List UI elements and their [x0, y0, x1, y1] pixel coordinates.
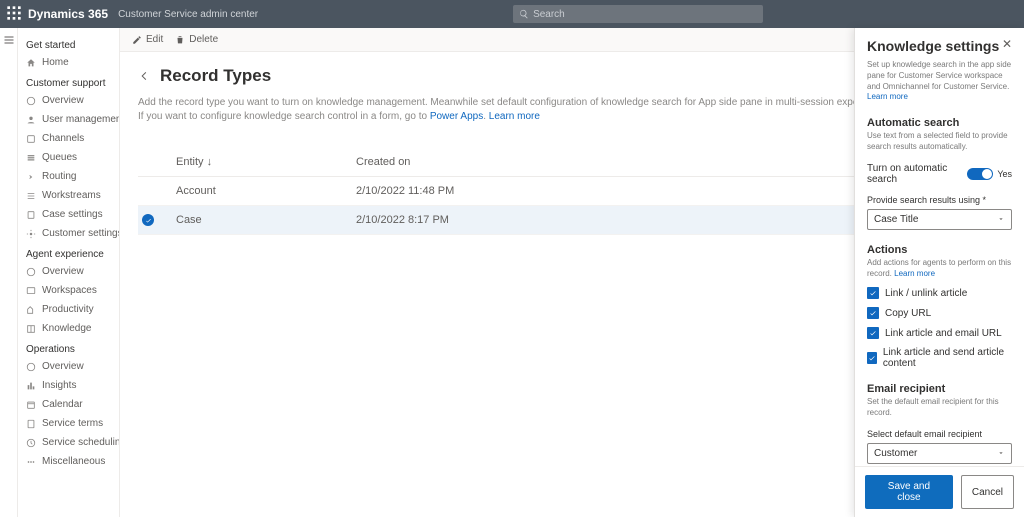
global-search-input[interactable]: Search: [513, 5, 763, 23]
close-icon[interactable]: ✕: [1002, 38, 1012, 50]
auto-search-toggle[interactable]: [967, 168, 993, 180]
sidebar-group-agent-experience: Agent experience: [18, 243, 119, 262]
delete-icon: [175, 35, 185, 45]
action-checkbox-row[interactable]: Link article and send article content: [867, 347, 1012, 369]
sidebar-item-service-terms[interactable]: Service terms: [18, 414, 119, 433]
panel-subtitle: Set up knowledge search in the app side …: [867, 60, 1012, 103]
panel-footer: Save and close Cancel: [855, 466, 1024, 517]
action-checkbox-row[interactable]: Link / unlink article: [867, 287, 1012, 299]
automatic-search-desc: Use text from a selected field to provid…: [867, 131, 1012, 153]
email-recipient-desc: Set the default email recipient for this…: [867, 397, 1012, 419]
email-recipient-select[interactable]: Customer: [867, 443, 1012, 464]
search-field-label: Provide search results using *: [867, 195, 1012, 205]
email-recipient-label: Select default email recipient: [867, 429, 1012, 439]
action-checkbox-row[interactable]: Link article and email URL: [867, 327, 1012, 339]
edit-icon: [132, 35, 142, 45]
power-apps-link[interactable]: Power Apps: [430, 111, 483, 122]
sidebar-group-operations: Operations: [18, 338, 119, 357]
sidebar-group-get-started: Get started: [18, 34, 119, 53]
row-selected-icon: [142, 214, 154, 226]
brand-name: Dynamics 365: [28, 7, 108, 21]
search-placeholder: Search: [533, 9, 565, 20]
checkbox-icon: [867, 327, 879, 339]
checkbox-icon: [867, 287, 879, 299]
page-title: Record Types: [160, 66, 271, 86]
chevron-down-icon: [997, 449, 1005, 457]
auto-search-toggle-label: Turn on automatic search: [867, 163, 967, 185]
cancel-button[interactable]: Cancel: [961, 475, 1014, 509]
sidebar-item-workspaces[interactable]: Workspaces: [18, 281, 119, 300]
hamburger-icon[interactable]: [3, 34, 15, 46]
actions-desc: Add actions for agents to perform on thi…: [867, 258, 1012, 280]
sidebar-item-ae-overview[interactable]: Overview: [18, 262, 119, 281]
app-launcher-icon[interactable]: [6, 5, 28, 24]
sidebar-item-insights[interactable]: Insights: [18, 376, 119, 395]
sidebar: Get started Home Customer support Overvi…: [18, 28, 120, 517]
actions-heading: Actions: [867, 244, 1012, 256]
cell-entity: Case: [176, 214, 356, 226]
top-bar: Dynamics 365 Customer Service admin cent…: [0, 0, 1024, 28]
sidebar-item-overview[interactable]: Overview: [18, 91, 119, 110]
cell-entity: Account: [176, 185, 356, 197]
column-entity[interactable]: Entity ↓: [176, 156, 356, 168]
sidebar-item-home[interactable]: Home: [18, 53, 119, 72]
sidebar-item-customer-settings[interactable]: Customer settings: [18, 224, 119, 243]
sidebar-item-op-overview[interactable]: Overview: [18, 357, 119, 376]
sidebar-item-queues[interactable]: Queues: [18, 148, 119, 167]
panel-learn-more-link[interactable]: Learn more: [867, 92, 908, 101]
delete-button[interactable]: Delete: [175, 34, 218, 45]
sidebar-group-customer-support: Customer support: [18, 72, 119, 91]
back-icon[interactable]: [138, 70, 150, 82]
learn-more-link-2[interactable]: Learn more: [489, 111, 540, 122]
search-icon: [519, 9, 529, 19]
sidebar-item-calendar[interactable]: Calendar: [18, 395, 119, 414]
nav-rail: [0, 28, 18, 517]
chevron-down-icon: [997, 215, 1005, 223]
panel-title: Knowledge settings: [867, 38, 999, 54]
checkbox-icon: [867, 307, 879, 319]
app-name: Customer Service admin center: [118, 9, 258, 20]
edit-button[interactable]: Edit: [132, 34, 163, 45]
email-recipient-heading: Email recipient: [867, 383, 1012, 395]
sidebar-item-knowledge[interactable]: Knowledge: [18, 319, 119, 338]
sidebar-item-channels[interactable]: Channels: [18, 129, 119, 148]
sidebar-item-productivity[interactable]: Productivity: [18, 300, 119, 319]
sidebar-item-miscellaneous[interactable]: Miscellaneous: [18, 452, 119, 471]
sidebar-item-user-management[interactable]: User management: [18, 110, 119, 129]
sidebar-item-routing[interactable]: Routing: [18, 167, 119, 186]
sidebar-item-workstreams[interactable]: Workstreams: [18, 186, 119, 205]
toggle-state: Yes: [997, 169, 1012, 179]
actions-learn-more-link[interactable]: Learn more: [894, 269, 935, 278]
search-field-select[interactable]: Case Title: [867, 209, 1012, 230]
automatic-search-heading: Automatic search: [867, 117, 1012, 129]
save-and-close-button[interactable]: Save and close: [865, 475, 953, 509]
knowledge-settings-panel: Knowledge settings ✕ Set up knowledge se…: [854, 28, 1024, 517]
checkbox-icon: [867, 352, 877, 364]
sidebar-item-case-settings[interactable]: Case settings: [18, 205, 119, 224]
sidebar-item-service-scheduling[interactable]: Service scheduling: [18, 433, 119, 452]
action-checkbox-row[interactable]: Copy URL: [867, 307, 1012, 319]
